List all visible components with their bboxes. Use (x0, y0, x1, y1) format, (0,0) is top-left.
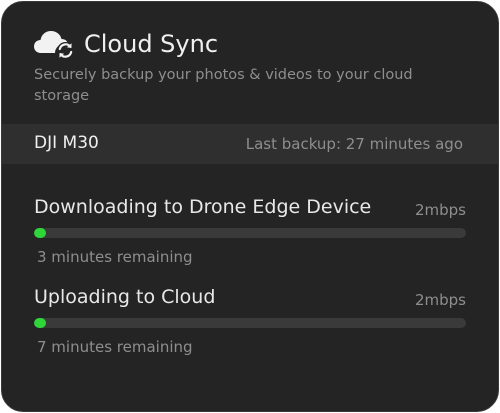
transfer-rate: 2mbps (414, 291, 466, 309)
device-name: DJI M30 (34, 133, 99, 153)
progress-fill (34, 318, 46, 328)
transfer-upload: Uploading to Cloud 2mbps 7 minutes remai… (34, 286, 466, 366)
transfer-label: Downloading to Drone Edge Device (34, 196, 372, 218)
time-remaining: 3 minutes remaining (37, 248, 193, 266)
progress-bar (34, 228, 466, 238)
last-backup-status: Last backup: 27 minutes ago (245, 135, 463, 153)
page-subtitle: Securely backup your photos & videos to … (34, 67, 413, 104)
transfer-download: Downloading to Drone Edge Device 2mbps 3… (34, 196, 466, 276)
transfer-label: Uploading to Cloud (34, 286, 216, 308)
transfer-rate: 2mbps (414, 201, 466, 219)
card-header: Cloud Sync (34, 28, 218, 60)
device-row[interactable]: DJI M30 Last backup: 27 minutes ago (2, 124, 498, 164)
cloud-sync-card: Cloud Sync Securely backup your photos &… (1, 1, 499, 412)
time-remaining: 7 minutes remaining (37, 338, 193, 356)
page-title: Cloud Sync (84, 30, 219, 58)
progress-fill (34, 228, 46, 238)
cloud-sync-icon (34, 28, 78, 60)
progress-bar (34, 318, 466, 328)
